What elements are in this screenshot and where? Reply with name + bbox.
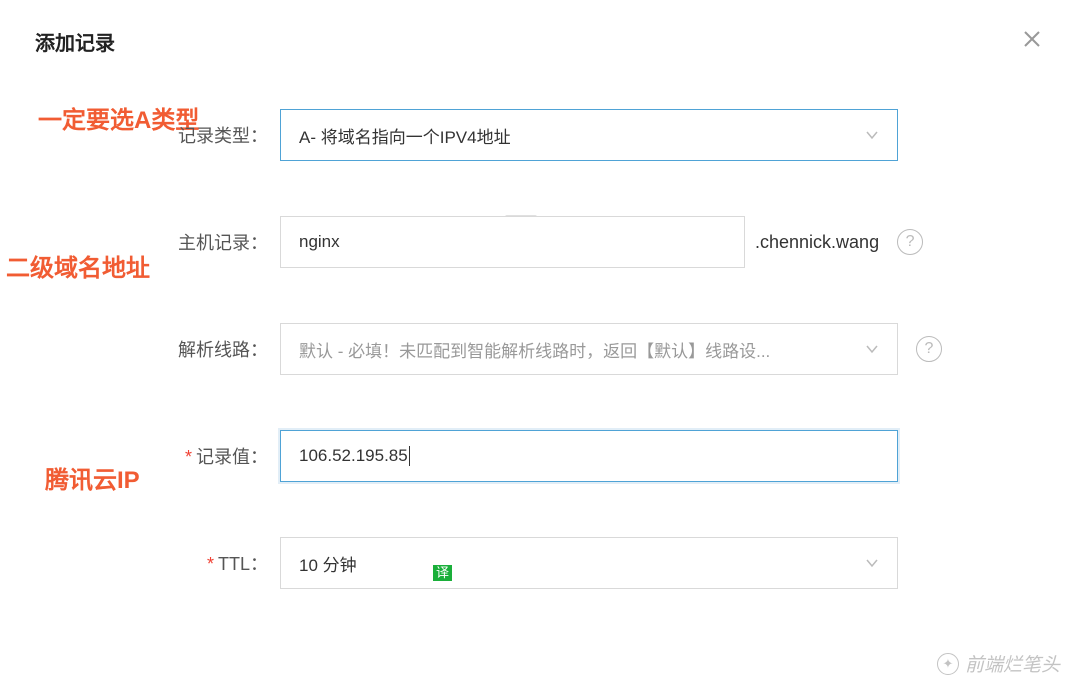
- ttl-select[interactable]: 10 分钟: [280, 537, 898, 589]
- record-type-value: A- 将域名指向一个IPV4地址: [299, 123, 511, 148]
- record-value-text: 106.52.195.85: [299, 446, 410, 467]
- label-record-type: 记录类型：: [0, 122, 280, 148]
- watermark: ✦ 前端烂笔头: [937, 650, 1060, 677]
- row-resolve-route: 解析线路： 默认 - 必填！未匹配到智能解析线路时，返回【默认】线路设... ?: [0, 323, 1080, 375]
- label-record-value: *记录值：: [0, 443, 280, 469]
- help-icon[interactable]: ?: [916, 336, 942, 362]
- record-value-input[interactable]: 106.52.195.85: [280, 430, 898, 482]
- form-body: 记录类型： A- 将域名指向一个IPV4地址 主机记录： .chennick.w…: [0, 77, 1080, 589]
- required-indicator: *: [185, 447, 192, 467]
- wechat-icon: ✦: [937, 653, 959, 675]
- chevron-down-icon: [865, 128, 879, 142]
- label-resolve-route: 解析线路：: [0, 336, 280, 362]
- required-indicator: *: [207, 554, 214, 574]
- close-icon: [1023, 30, 1041, 48]
- modal-title: 添加记录: [35, 27, 115, 56]
- ttl-value: 10 分钟: [299, 551, 357, 576]
- record-type-select[interactable]: A- 将域名指向一个IPV4地址: [280, 109, 898, 161]
- resolve-route-placeholder: 默认 - 必填！未匹配到智能解析线路时，返回【默认】线路设...: [299, 337, 770, 362]
- domain-suffix: .chennick.wang: [755, 232, 879, 253]
- translate-badge[interactable]: 译: [433, 565, 452, 581]
- help-icon[interactable]: ?: [897, 229, 923, 255]
- chevron-down-icon: [865, 342, 879, 356]
- label-ttl: *TTL：: [0, 550, 280, 576]
- row-record-type: 记录类型： A- 将域名指向一个IPV4地址: [0, 109, 1080, 161]
- modal-header: 添加记录: [0, 0, 1080, 77]
- row-host-record: 主机记录： .chennick.wang ?: [0, 216, 1080, 268]
- row-ttl: *TTL： 10 分钟: [0, 537, 1080, 589]
- resolve-route-select[interactable]: 默认 - 必填！未匹配到智能解析线路时，返回【默认】线路设...: [280, 323, 898, 375]
- watermark-text: 前端烂笔头: [965, 650, 1060, 677]
- host-record-input[interactable]: [280, 216, 745, 268]
- close-button[interactable]: [1019, 25, 1045, 57]
- label-host-record: 主机记录：: [0, 229, 280, 255]
- add-record-modal: 添加记录 一定要选A类型 二级域名地址 腾讯云IP A 记录类型： A- 将域名…: [0, 0, 1080, 695]
- chevron-down-icon: [865, 556, 879, 570]
- row-record-value: *记录值： 106.52.195.85: [0, 430, 1080, 482]
